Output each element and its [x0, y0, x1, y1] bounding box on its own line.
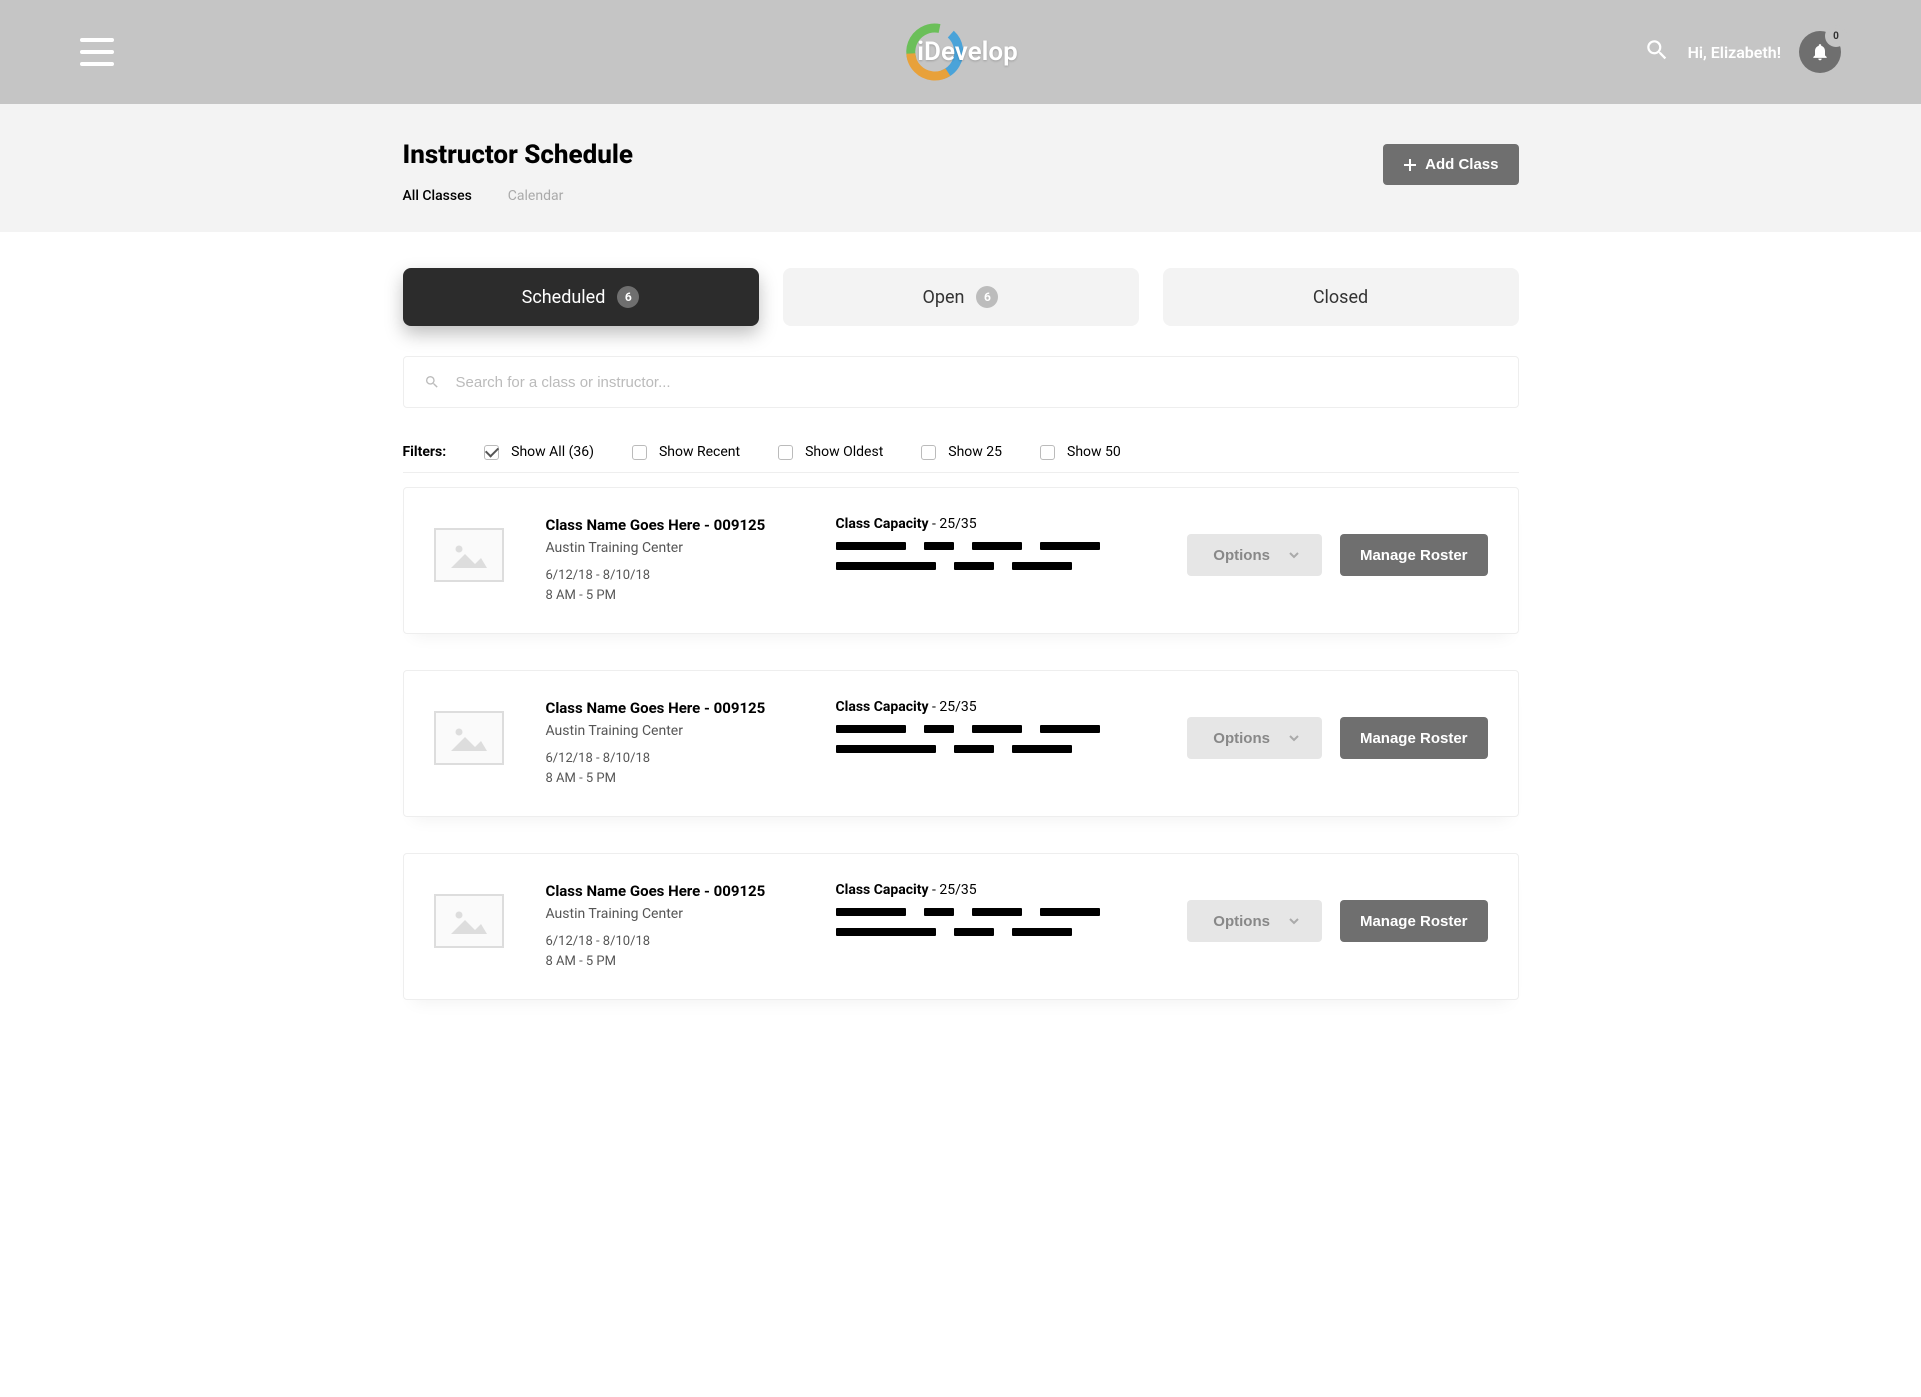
tab-closed-label: Closed	[1313, 287, 1368, 308]
class-capacity: Class Capacity - 25/35	[836, 516, 1158, 532]
bell-icon	[1810, 42, 1830, 62]
user-greeting: Hi, Elizabeth!	[1688, 43, 1781, 62]
app-logo: iDevelop	[903, 21, 1017, 83]
class-card: Class Name Goes Here - 009125 Austin Tra…	[403, 487, 1519, 634]
logo-text: iDevelop	[917, 37, 1017, 67]
class-search[interactable]	[403, 356, 1519, 408]
tab-open[interactable]: Open 6	[783, 268, 1139, 326]
checkbox-icon	[921, 445, 936, 460]
class-dates: 6/12/18 - 8/10/18	[546, 749, 836, 769]
filter-show-oldest[interactable]: Show Oldest	[778, 444, 883, 460]
chevron-down-icon	[1288, 915, 1300, 927]
class-title: Class Name Goes Here - 009125	[546, 882, 836, 900]
filter-show-50[interactable]: Show 50	[1040, 444, 1121, 460]
capacity-bars	[836, 542, 1158, 570]
class-thumbnail	[434, 528, 504, 582]
class-hours: 8 AM - 5 PM	[546, 586, 836, 606]
class-title: Class Name Goes Here - 009125	[546, 516, 836, 534]
filters-label: Filters:	[403, 444, 447, 460]
chevron-down-icon	[1288, 732, 1300, 744]
options-button[interactable]: Options	[1187, 534, 1322, 576]
checkbox-icon	[1040, 445, 1055, 460]
class-thumbnail	[434, 894, 504, 948]
class-hours: 8 AM - 5 PM	[546, 769, 836, 789]
class-search-input[interactable]	[456, 374, 1498, 391]
filter-show-recent[interactable]: Show Recent	[632, 444, 740, 460]
search-icon	[424, 374, 440, 390]
tab-open-label: Open	[923, 287, 965, 308]
filter-show-25[interactable]: Show 25	[921, 444, 1002, 460]
tab-closed[interactable]: Closed	[1163, 268, 1519, 326]
add-class-button[interactable]: Add Class	[1383, 144, 1518, 185]
search-icon[interactable]	[1644, 37, 1670, 67]
checkbox-icon	[778, 445, 793, 460]
class-location: Austin Training Center	[546, 540, 836, 556]
manage-roster-button[interactable]: Manage Roster	[1340, 717, 1488, 759]
class-thumbnail	[434, 711, 504, 765]
menu-button[interactable]	[80, 38, 114, 66]
class-title: Class Name Goes Here - 009125	[546, 699, 836, 717]
tab-open-count: 6	[976, 286, 998, 308]
nav-calendar[interactable]: Calendar	[508, 188, 564, 204]
class-hours: 8 AM - 5 PM	[546, 952, 836, 972]
checkbox-icon	[484, 445, 499, 460]
notification-count: 0	[1827, 27, 1845, 45]
filter-show-all[interactable]: Show All (36)	[484, 444, 594, 460]
class-capacity: Class Capacity - 25/35	[836, 882, 1158, 898]
class-card: Class Name Goes Here - 009125 Austin Tra…	[403, 853, 1519, 1000]
manage-roster-button[interactable]: Manage Roster	[1340, 900, 1488, 942]
plus-icon	[1403, 158, 1417, 172]
tab-scheduled[interactable]: Scheduled 6	[403, 268, 759, 326]
image-placeholder-icon	[447, 904, 491, 938]
page-title: Instructor Schedule	[403, 140, 1519, 170]
manage-roster-button[interactable]: Manage Roster	[1340, 534, 1488, 576]
class-dates: 6/12/18 - 8/10/18	[546, 566, 836, 586]
checkbox-icon	[632, 445, 647, 460]
class-card: Class Name Goes Here - 009125 Austin Tra…	[403, 670, 1519, 817]
class-dates: 6/12/18 - 8/10/18	[546, 932, 836, 952]
notifications-button[interactable]: 0	[1799, 31, 1841, 73]
capacity-bars	[836, 725, 1158, 753]
class-location: Austin Training Center	[546, 906, 836, 922]
nav-all-classes[interactable]: All Classes	[403, 188, 472, 204]
image-placeholder-icon	[447, 721, 491, 755]
capacity-bars	[836, 908, 1158, 936]
image-placeholder-icon	[447, 538, 491, 572]
chevron-down-icon	[1288, 549, 1300, 561]
add-class-label: Add Class	[1425, 156, 1498, 173]
options-button[interactable]: Options	[1187, 900, 1322, 942]
tab-scheduled-count: 6	[617, 286, 639, 308]
class-capacity: Class Capacity - 25/35	[836, 699, 1158, 715]
options-button[interactable]: Options	[1187, 717, 1322, 759]
class-location: Austin Training Center	[546, 723, 836, 739]
tab-scheduled-label: Scheduled	[522, 287, 606, 308]
